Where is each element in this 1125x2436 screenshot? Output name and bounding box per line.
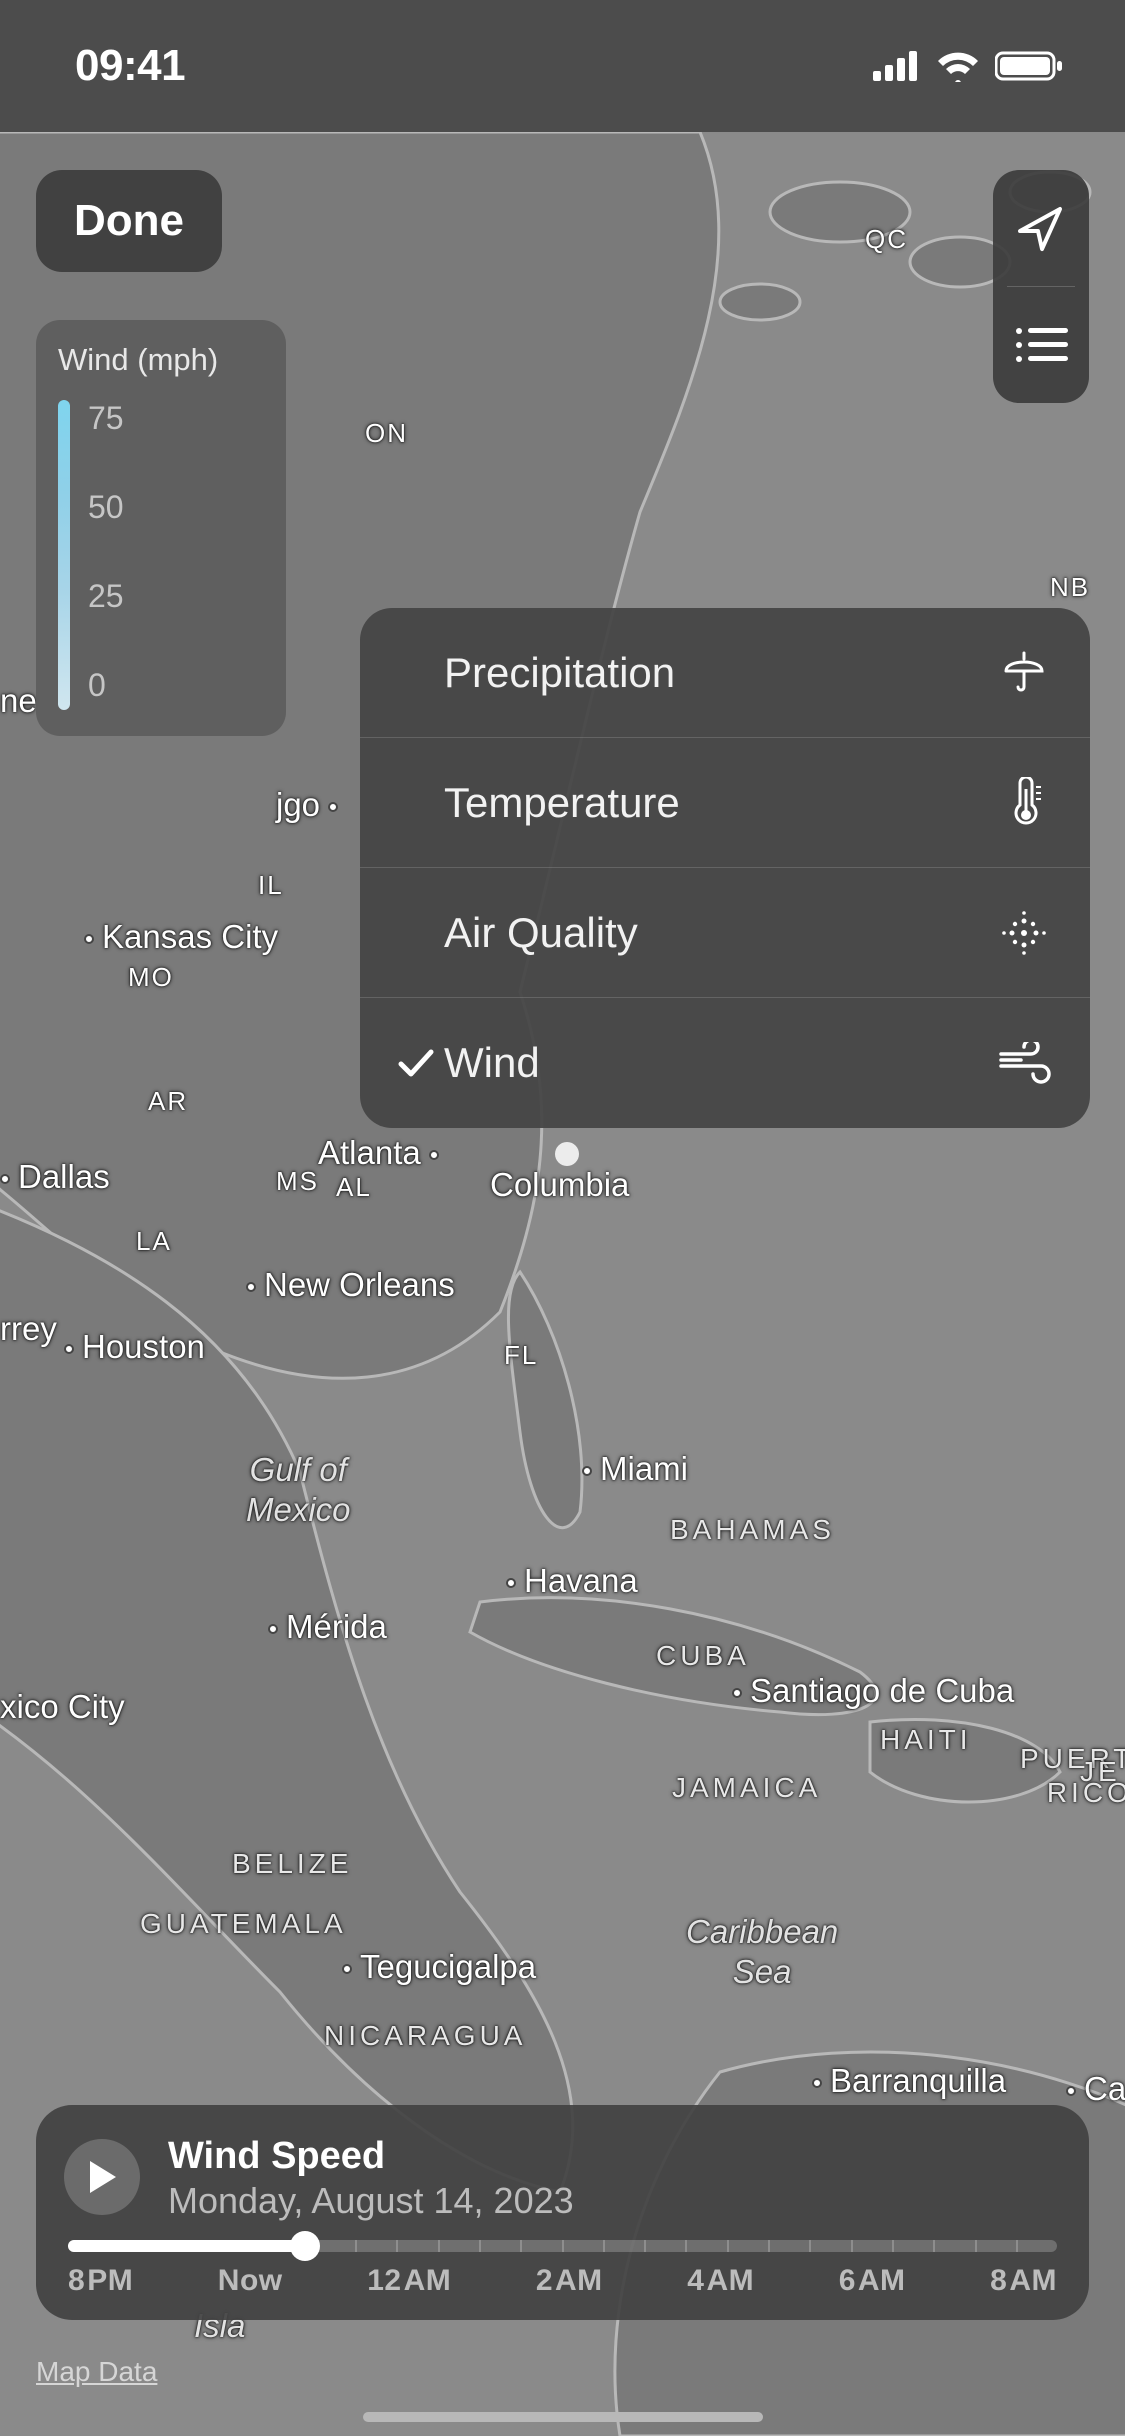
status-icons [873,50,1065,82]
map-label-atlanta: Atlanta [318,1134,439,1172]
map-label-je: JE [1080,1756,1121,1788]
map-label-columbia: Columbia [490,1166,629,1204]
map-label-il: IL [258,870,284,901]
map-label-al: AL [336,1172,372,1203]
map-label-barranquilla: Barranquilla [812,2062,1006,2100]
timeline-subtitle: Monday, August 14, 2023 [168,2180,574,2222]
timeline-title: Wind Speed [168,2133,574,2181]
legend-tick: 0 [88,667,124,704]
map-label-dallas: Dallas [0,1158,110,1196]
layer-label: Air Quality [444,909,996,957]
home-indicator [363,2412,763,2422]
timeline-labels: 8PM Now 12AM 2AM 4AM 6AM 8AM [64,2264,1061,2298]
map-label-nb: NB [1050,572,1090,603]
umbrella-icon [996,649,1052,697]
map-label-mo: MO [128,962,174,993]
map-label-la: LA [136,1226,172,1257]
map-label-ms: MS [276,1166,319,1197]
layer-item-temperature[interactable]: Temperature [360,738,1090,868]
battery-icon [995,50,1065,82]
timeline-track[interactable] [68,2240,1057,2252]
time-label: 4AM [687,2264,754,2298]
legend-tick: 25 [88,578,124,615]
location-arrow-icon [1016,203,1066,253]
layer-check-selected [388,1048,444,1078]
map-label-cara: Cara [1066,2070,1125,2108]
map-label-rrey: rrey [0,1310,57,1348]
legend-gradient [58,400,70,710]
map-controls [993,170,1089,403]
done-button[interactable]: Done [36,170,222,272]
list-icon [1014,325,1068,365]
map-label-jamaica: JAMAICA [672,1772,821,1804]
particles-icon [996,908,1052,958]
legend-tick: 50 [88,489,124,526]
wind-icon [996,1042,1052,1084]
map-label-fl: FL [504,1340,538,1371]
map-label-cuba: CUBA [656,1640,750,1672]
legend-ticks: 75 50 25 0 [88,400,124,710]
map-label-guatemala: GUATEMALA [140,1908,347,1940]
map-label-haiti: HAITI [880,1724,972,1756]
checkmark-icon [398,1048,434,1078]
map-label-qc: QC [865,224,908,255]
map-label-miami: Miami [582,1450,688,1488]
map-label-new-orleans: New Orleans [246,1266,455,1304]
thermometer-icon [996,777,1052,829]
map-label-jgo: jgo [276,786,338,824]
map-label-xico: xico City [0,1688,125,1726]
map-label-caribbean: CaribbeanSea [686,1912,838,1991]
status-time: 09:41 [75,41,185,91]
legend-tick: 75 [88,400,124,437]
legend-card: Wind (mph) 75 50 25 0 [36,320,286,736]
map-label-santiago: Santiago de Cuba [732,1672,1014,1710]
map-label-ne: ne [0,682,37,720]
map-label-tegu: Tegucigalpa [342,1948,536,1986]
layer-item-air-quality[interactable]: Air Quality [360,868,1090,998]
current-location-marker [555,1142,579,1166]
timeline-card: Wind Speed Monday, August 14, 2023 8PM N… [36,2105,1089,2321]
wifi-icon [935,50,981,82]
map-label-kansas-city: Kansas City [84,918,278,956]
list-button[interactable] [993,287,1089,403]
layer-label: Wind [444,1039,996,1087]
map-label-havana: Havana [506,1562,638,1600]
map-label-merida: Mérida [268,1608,387,1646]
layer-menu: Precipitation Temperature Air Quality Wi… [360,608,1090,1128]
map-label-ar: AR [148,1086,188,1117]
layer-label: Precipitation [444,649,996,697]
map-label-gulf: Gulf ofMexico [246,1450,351,1529]
map-label-on: ON [365,418,408,449]
map-data-link[interactable]: Map Data [36,2356,157,2388]
status-bar: 09:41 [0,0,1125,132]
time-label: 2AM [536,2264,603,2298]
time-label: 8PM [68,2264,133,2298]
map-label-belize: BELIZE [232,1848,352,1880]
play-button[interactable] [64,2139,140,2215]
time-label-now: Now [218,2264,283,2298]
time-label: 12AM [367,2264,451,2298]
map-label-nicaragua: NICARAGUA [324,2020,526,2052]
layer-label: Temperature [444,779,996,827]
layer-item-precipitation[interactable]: Precipitation [360,608,1090,738]
layer-item-wind[interactable]: Wind [360,998,1090,1128]
map-label-houston: Houston [64,1328,205,1366]
cellular-icon [873,51,921,81]
timeline-thumb[interactable] [290,2231,320,2261]
map-label-bahamas: BAHAMAS [670,1514,835,1546]
time-label: 8AM [990,2264,1057,2298]
legend-title: Wind (mph) [58,342,264,378]
play-icon [86,2159,118,2195]
time-label: 6AM [839,2264,906,2298]
locate-button[interactable] [993,170,1089,286]
